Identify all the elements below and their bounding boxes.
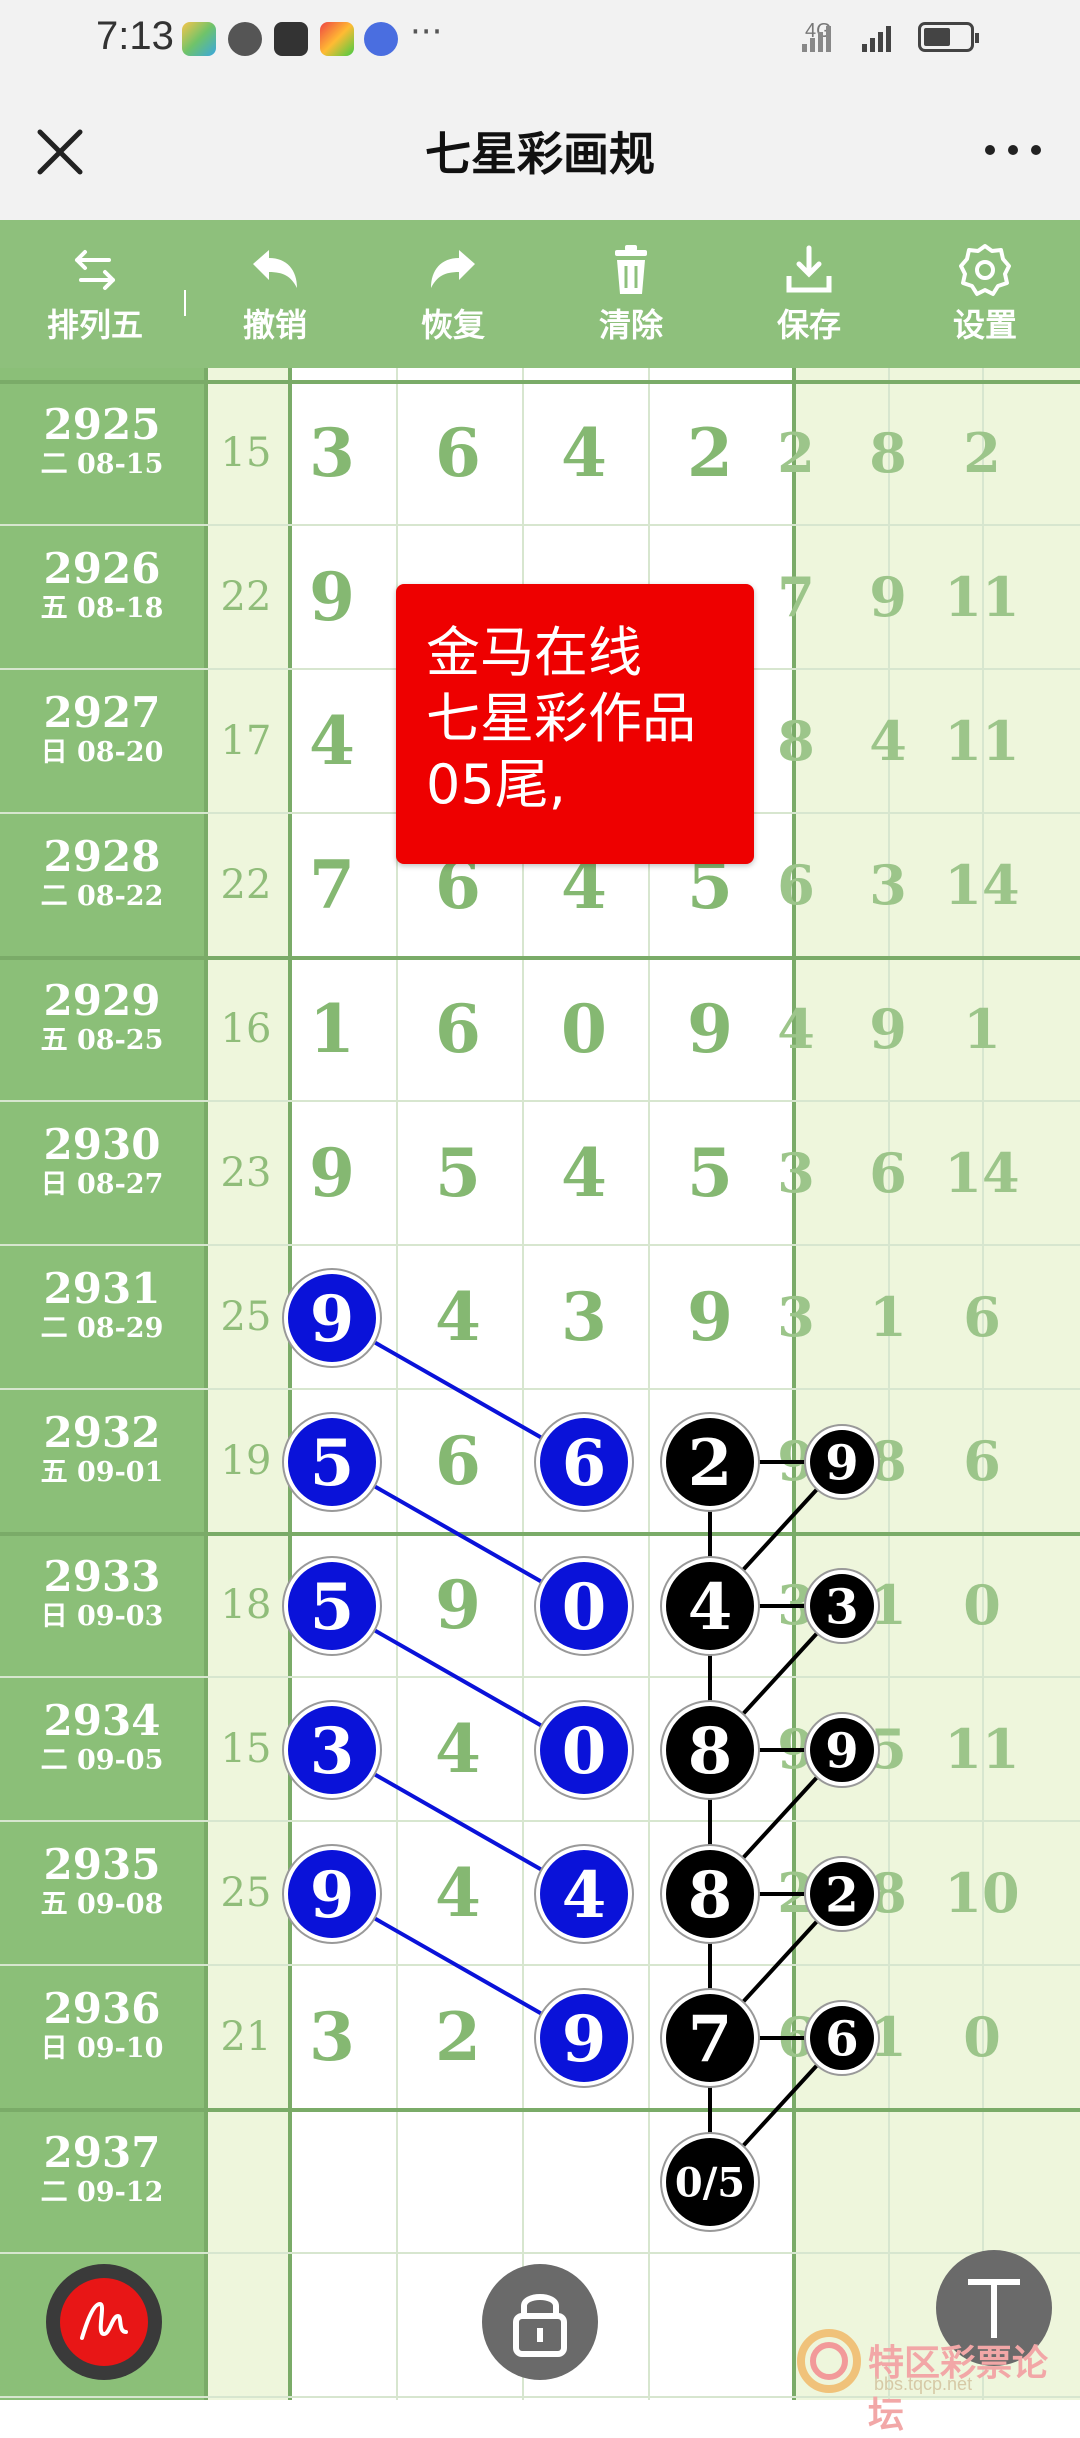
mark-value: 4 bbox=[562, 1858, 607, 1933]
mark-value: 4 bbox=[688, 1570, 733, 1645]
mark-value: 8 bbox=[688, 1858, 733, 1933]
undo-button[interactable]: 撤销 bbox=[200, 234, 350, 358]
mark-value: 5 bbox=[310, 1570, 355, 1645]
page-title: 七星彩画规 bbox=[425, 127, 655, 181]
settings-button[interactable]: 设置 bbox=[910, 234, 1060, 358]
black-small-circled-number[interactable]: 3 bbox=[804, 1568, 880, 1644]
black-circled-number[interactable]: 7 bbox=[660, 1988, 760, 2088]
mark-value: 9 bbox=[310, 1858, 355, 1933]
toolbar-label: 排列五 bbox=[46, 306, 143, 344]
status-bar: 7:13 ··· 4G bbox=[0, 0, 1080, 78]
black-circled-number[interactable]: 8 bbox=[660, 1844, 760, 1944]
mark-value: 8 bbox=[688, 1714, 733, 1789]
toolbar-label: 设置 bbox=[952, 306, 1017, 344]
redo-icon bbox=[431, 250, 475, 288]
mark-value: 9 bbox=[825, 1435, 858, 1491]
blue-circled-number[interactable]: 4 bbox=[534, 1844, 634, 1944]
mark-value: 7 bbox=[688, 2002, 733, 2077]
toolbar-divider bbox=[184, 290, 186, 316]
app-notification-icon bbox=[182, 22, 216, 56]
blue-circled-number[interactable]: 9 bbox=[282, 1268, 382, 1368]
black-circled-number[interactable]: 8 bbox=[660, 1700, 760, 1800]
toolbar-mode-switch-button[interactable]: 排列五 bbox=[20, 234, 170, 358]
black-small-circled-number[interactable]: 9 bbox=[804, 1424, 880, 1500]
watermark-logo-icon bbox=[797, 2329, 861, 2393]
mark-value: 6 bbox=[562, 1426, 607, 1501]
black-circled-number[interactable]: 2 bbox=[660, 1412, 760, 1512]
mark-value: 0 bbox=[562, 1570, 607, 1645]
blue-circled-number[interactable]: 3 bbox=[282, 1700, 382, 1800]
toolbar: 排列五 撤销 恢复 清除 保存 设置 bbox=[0, 220, 1080, 368]
lock-button[interactable] bbox=[482, 2264, 598, 2380]
blue-circled-number[interactable]: 5 bbox=[282, 1556, 382, 1656]
mark-value: 9 bbox=[825, 1723, 858, 1779]
black-circled-number[interactable]: 0/5 bbox=[660, 2132, 760, 2232]
title-bar: 七星彩画规 bbox=[0, 78, 1080, 220]
music-notification-icon bbox=[364, 22, 398, 56]
mark-value: 3 bbox=[825, 1579, 858, 1635]
trash-icon bbox=[615, 245, 647, 294]
chat-notification-icon bbox=[228, 22, 262, 56]
clear-button[interactable]: 清除 bbox=[556, 234, 706, 358]
mark-value: 9 bbox=[310, 1282, 355, 1357]
mark-value: 0/5 bbox=[675, 2159, 745, 2206]
signal-icon-2 bbox=[862, 26, 891, 52]
note-line: 七星彩作品 bbox=[426, 687, 696, 750]
mark-value: 5 bbox=[310, 1426, 355, 1501]
blue-circled-number[interactable]: 9 bbox=[534, 1988, 634, 2088]
battery-icon bbox=[918, 22, 979, 52]
redo-button[interactable]: 恢复 bbox=[378, 234, 528, 358]
more-notifications-indicator: ··· bbox=[410, 12, 443, 52]
note-overlay[interactable]: 金马在线 七星彩作品 05尾, bbox=[396, 584, 754, 864]
black-small-circled-number[interactable]: 6 bbox=[804, 2000, 880, 2076]
download-icon bbox=[786, 245, 832, 293]
more-options-icon[interactable] bbox=[978, 130, 1048, 170]
blue-circled-number[interactable]: 9 bbox=[282, 1844, 382, 1944]
note-line: 金马在线 bbox=[426, 621, 642, 684]
blue-circled-number[interactable]: 5 bbox=[282, 1412, 382, 1512]
toolbar-label: 清除 bbox=[598, 306, 663, 344]
black-circled-number[interactable]: 4 bbox=[660, 1556, 760, 1656]
pen-icon-bg bbox=[60, 2278, 148, 2366]
paint-notification-icon bbox=[320, 22, 354, 56]
signal-icon bbox=[802, 26, 831, 52]
blue-circled-number[interactable]: 0 bbox=[534, 1556, 634, 1656]
note-line: 05尾, bbox=[426, 753, 566, 816]
blue-circled-number[interactable]: 0 bbox=[534, 1700, 634, 1800]
toolbar-label: 撤销 bbox=[242, 306, 307, 344]
toolbar-label: 恢复 bbox=[420, 306, 485, 344]
draw-pen-button[interactable] bbox=[46, 2264, 162, 2380]
mark-value: 9 bbox=[562, 2002, 607, 2077]
save-button[interactable]: 保存 bbox=[734, 234, 884, 358]
pen-icon bbox=[80, 2301, 128, 2340]
mark-value: 2 bbox=[688, 1426, 733, 1501]
gear-icon bbox=[959, 244, 1011, 296]
black-small-circled-number[interactable]: 2 bbox=[804, 1856, 880, 1932]
toolbar-label: 保存 bbox=[776, 306, 841, 344]
mark-value: 0 bbox=[562, 1714, 607, 1789]
undo-icon bbox=[253, 250, 297, 288]
watermark-subtext: bbs.tqcp.net bbox=[874, 2374, 973, 2394]
black-small-circled-number[interactable]: 9 bbox=[804, 1712, 880, 1788]
lock-icon bbox=[513, 2294, 567, 2357]
mark-value: 2 bbox=[825, 1867, 858, 1923]
swap-arrows-icon bbox=[75, 250, 115, 290]
forum-watermark: 特区彩票论坛 bbs.tqcp.net bbox=[796, 2324, 1080, 2436]
blue-circled-number[interactable]: 6 bbox=[534, 1412, 634, 1512]
mark-value: 3 bbox=[310, 1714, 355, 1789]
mark-value: 6 bbox=[825, 2011, 858, 2067]
huawei-notification-icon bbox=[274, 22, 308, 56]
status-time: 7:13 bbox=[96, 14, 174, 58]
